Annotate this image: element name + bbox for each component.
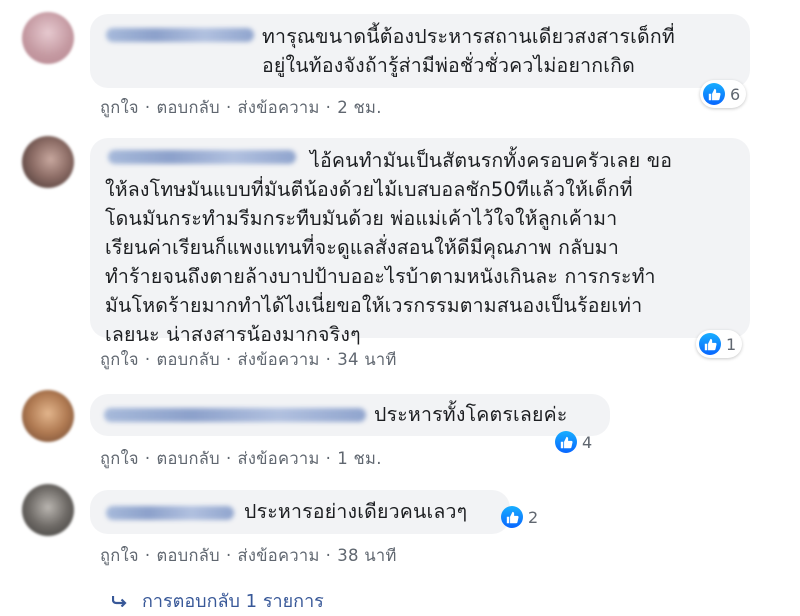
avatar[interactable] xyxy=(22,12,74,64)
timestamp[interactable]: 38 นาที xyxy=(337,546,396,565)
separator-dot: · xyxy=(325,350,332,369)
avatar[interactable] xyxy=(22,136,74,188)
comment-author-name[interactable] xyxy=(106,28,254,42)
separator-dot: · xyxy=(144,449,151,468)
timestamp[interactable]: 1 ชม. xyxy=(337,449,382,468)
like-reaction-icon xyxy=(699,333,721,355)
separator-dot: · xyxy=(144,98,151,117)
separator-dot: · xyxy=(225,449,232,468)
message-link[interactable]: ส่งข้อความ xyxy=(237,546,319,565)
separator-dot: · xyxy=(325,546,332,565)
like-reaction-icon xyxy=(555,431,577,453)
comment-text: ไอ้คนทำมันเป็นสัตนรกทั้งครอบครัวเลย ขอ ใ… xyxy=(105,149,673,346)
separator-dot: · xyxy=(325,98,332,117)
separator-dot: · xyxy=(225,546,232,565)
separator-dot: · xyxy=(144,546,151,565)
avatar[interactable] xyxy=(22,484,74,536)
reaction-number: 1 xyxy=(726,334,737,354)
comment-author-name[interactable] xyxy=(106,506,234,520)
reaction-count[interactable]: 2 xyxy=(498,503,544,531)
reaction-count[interactable]: 1 xyxy=(696,330,743,358)
message-link[interactable]: ส่งข้อความ xyxy=(237,350,319,369)
like-link[interactable]: ถูกใจ xyxy=(100,350,139,369)
separator-dot: · xyxy=(225,98,232,117)
view-replies-label: การตอบกลับ 1 รายการ xyxy=(142,591,324,612)
comment-actions: ถูกใจ · ตอบกลับ · ส่งข้อความ · 34 นาที xyxy=(100,347,397,373)
message-link[interactable]: ส่งข้อความ xyxy=(237,449,319,468)
reply-link[interactable]: ตอบกลับ xyxy=(156,449,219,468)
reply-link[interactable]: ตอบกลับ xyxy=(156,350,219,369)
comment-actions: ถูกใจ · ตอบกลับ · ส่งข้อความ · 38 นาที xyxy=(100,543,397,569)
comment-actions: ถูกใจ · ตอบกลับ · ส่งข้อความ · 1 ชม. xyxy=(100,446,382,472)
reaction-count[interactable]: 4 xyxy=(552,428,598,456)
like-link[interactable]: ถูกใจ xyxy=(100,546,139,565)
reaction-number: 4 xyxy=(582,432,593,452)
message-link[interactable]: ส่งข้อความ xyxy=(237,98,319,117)
reaction-number: 2 xyxy=(528,507,539,527)
like-link[interactable]: ถูกใจ xyxy=(100,98,139,117)
comment-text: ประหารทั้งโคตรเลยค่ะ xyxy=(374,403,568,426)
avatar[interactable] xyxy=(22,390,74,442)
separator-dot: · xyxy=(325,449,332,468)
like-link[interactable]: ถูกใจ xyxy=(100,449,139,468)
reaction-count[interactable]: 6 xyxy=(700,80,747,108)
reply-arrow-icon xyxy=(111,591,128,612)
timestamp[interactable]: 2 ชม. xyxy=(337,98,382,117)
reply-link[interactable]: ตอบกลับ xyxy=(156,98,219,117)
comment-text: ทารุณขนาดนี้ต้องประหารสถานเดียวสงสารเด็ก… xyxy=(262,25,675,77)
reaction-number: 6 xyxy=(730,84,741,104)
separator-dot: · xyxy=(144,350,151,369)
like-reaction-icon xyxy=(703,83,725,105)
timestamp[interactable]: 34 นาที xyxy=(337,350,396,369)
comment-author-name[interactable] xyxy=(104,408,366,422)
comment-text: ประหารอย่างเดียวคนเลวๆ xyxy=(244,500,468,523)
separator-dot: · xyxy=(225,350,232,369)
view-replies-link[interactable]: การตอบกลับ 1 รายการ xyxy=(111,586,324,615)
like-reaction-icon xyxy=(501,506,523,528)
reply-link[interactable]: ตอบกลับ xyxy=(156,546,219,565)
comment-actions: ถูกใจ · ตอบกลับ · ส่งข้อความ · 2 ชม. xyxy=(100,95,382,121)
